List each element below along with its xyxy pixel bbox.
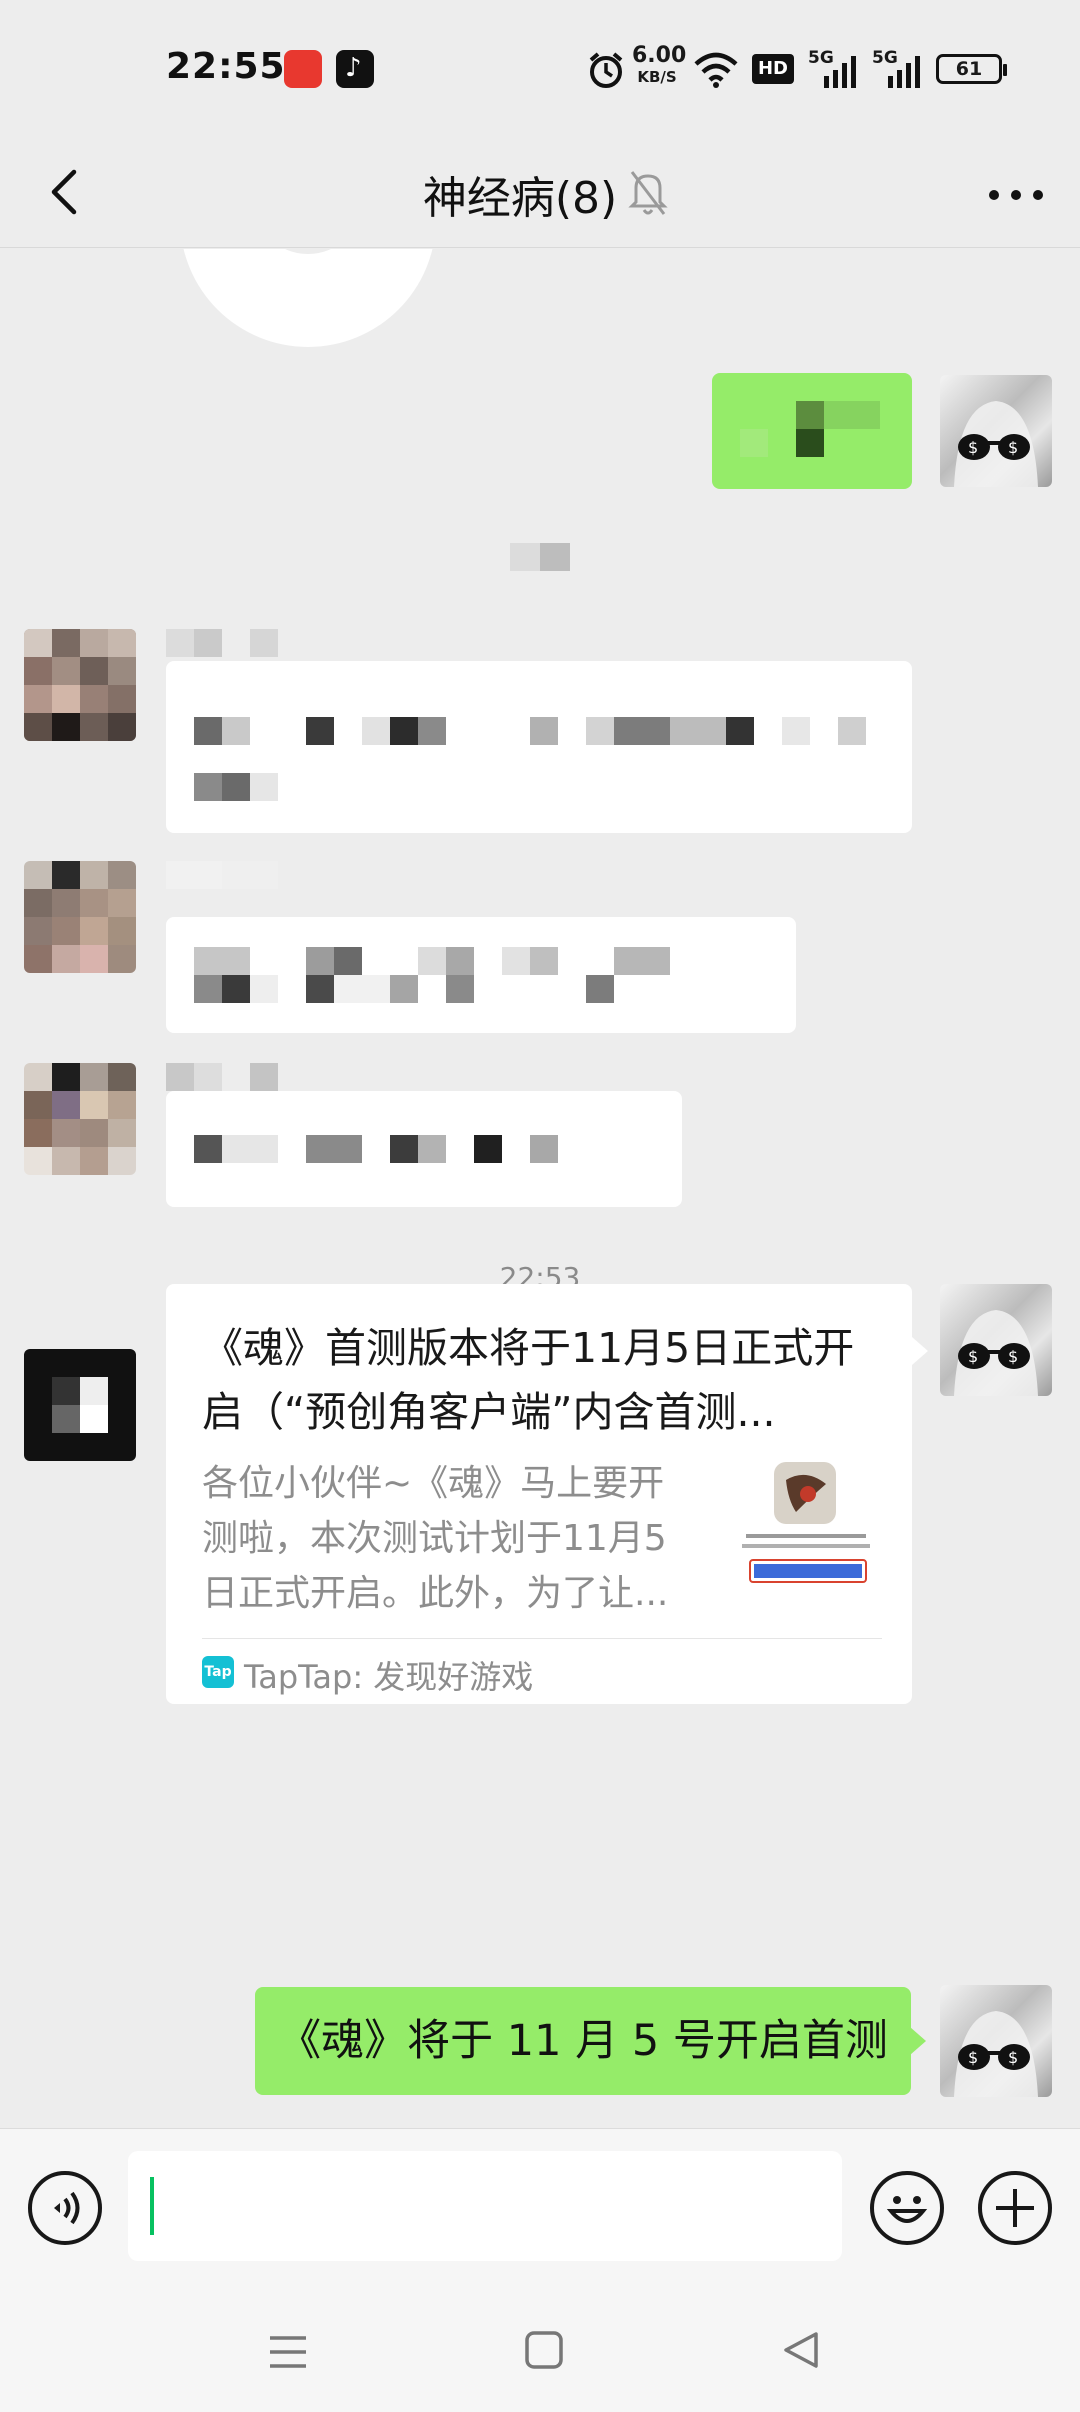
app-notification-icon xyxy=(284,50,322,88)
status-bar: 22:55 6.00 KB/S HD 5G 5G 61 xyxy=(0,0,1080,140)
member-name-redacted xyxy=(166,861,282,889)
pixelated-text xyxy=(194,1135,650,1163)
text-caret xyxy=(150,2177,154,2235)
svg-text:$: $ xyxy=(1008,438,1018,457)
member-avatar[interactable] xyxy=(24,861,136,973)
smiley-icon xyxy=(886,2196,928,2223)
image-thumbnail xyxy=(183,249,433,347)
tiktok-notification-icon xyxy=(336,50,374,88)
svg-text:$: $ xyxy=(1008,1347,1018,1366)
game-thumbnail-icon xyxy=(736,1460,876,1596)
link-card-title: 《魂》首测版本将于11月5日正式开启（“预创角客户端”内含首测... xyxy=(202,1324,855,1436)
hd-badge: HD xyxy=(752,54,794,84)
system-navigation-bar xyxy=(0,2288,1080,2412)
chat-header: 神经病(8) xyxy=(0,140,1080,248)
self-avatar[interactable]: $ $ xyxy=(940,375,1052,487)
link-card-source: TapTap: 发现好游戏 xyxy=(244,1658,534,1696)
ghost-sunglasses-icon: $ $ xyxy=(954,401,1038,487)
self-avatar[interactable]: $ $ xyxy=(940,1985,1052,2097)
chat-area[interactable]: $ $ 22:53 《魂》首测版本将于11月5日正式开启（“预创角客户端”内含首… xyxy=(0,249,1080,2127)
member-name-redacted xyxy=(166,1063,282,1091)
pixelated-avatar xyxy=(24,861,136,973)
member-avatar[interactable] xyxy=(24,1349,136,1461)
pixelated-text xyxy=(194,773,278,801)
pixelated-content xyxy=(824,401,880,429)
svg-text:$: $ xyxy=(968,1347,978,1366)
emoji-button[interactable] xyxy=(870,2171,944,2245)
ghost-sunglasses-icon: $ $ xyxy=(954,2011,1038,2097)
more-options-icon[interactable] xyxy=(986,180,1046,210)
svg-text:$: $ xyxy=(1008,2048,1018,2067)
ghost-sunglasses-icon: $ $ xyxy=(954,1310,1038,1396)
status-time: 22:55 xyxy=(166,46,286,87)
home-icon[interactable] xyxy=(524,2330,564,2370)
net-speed: 6.00 KB/S xyxy=(632,43,687,87)
plus-icon xyxy=(996,2189,1034,2227)
message-text-input[interactable] xyxy=(128,2151,842,2261)
redacted-system-text xyxy=(510,543,570,571)
battery-indicator: 61 xyxy=(936,54,1007,84)
bubble-tail xyxy=(912,1337,928,1365)
voice-input-button[interactable] xyxy=(28,2171,102,2245)
pixelated-text xyxy=(194,975,614,1003)
alarm-icon xyxy=(589,52,623,88)
member-avatar[interactable] xyxy=(24,1063,136,1175)
recent-apps-icon[interactable] xyxy=(268,2332,308,2372)
link-card-thumbnail xyxy=(736,1460,876,1596)
pixelated-text xyxy=(194,717,884,745)
message-bubble-redacted[interactable] xyxy=(166,1091,682,1207)
message-input-bar xyxy=(0,2128,1080,2288)
member-avatar[interactable] xyxy=(24,629,136,741)
pixelated-content xyxy=(796,401,824,429)
self-avatar[interactable]: $ $ xyxy=(940,1284,1052,1396)
pixelated-text xyxy=(194,947,742,975)
svg-text:$: $ xyxy=(968,2048,978,2067)
self-message-bubble-redacted[interactable] xyxy=(712,373,912,489)
taptap-icon: Tap xyxy=(202,1656,234,1688)
link-card-description: 各位小伙伴~《魂》马上要开测啦，本次测试计划于11月5日正式开启。此外，为了让.… xyxy=(202,1463,669,1614)
pixelated-content xyxy=(796,429,824,457)
svg-text:$: $ xyxy=(968,438,978,457)
pixelated-avatar xyxy=(24,629,136,741)
self-text-message[interactable]: 《魂》将于 11 月 5 号开启首测 xyxy=(255,1987,911,2095)
image-message-partial[interactable] xyxy=(180,249,436,347)
link-card-message[interactable]: 《魂》首测版本将于11月5日正式开启（“预创角客户端”内含首测... 各位小伙伴… xyxy=(166,1284,912,1704)
signal-2: 5G xyxy=(872,48,922,88)
bubble-tail xyxy=(910,2027,926,2055)
pixelated-avatar xyxy=(24,1063,136,1175)
message-bubble-redacted[interactable] xyxy=(166,661,912,833)
member-name-redacted xyxy=(166,629,282,657)
message-bubble-redacted[interactable] xyxy=(166,917,796,1033)
wifi-icon xyxy=(694,52,738,88)
signal-bars-icon xyxy=(888,56,920,88)
chat-title: 神经病(8) xyxy=(422,173,618,224)
link-card-divider xyxy=(202,1638,882,1639)
back-nav-icon[interactable] xyxy=(782,2330,822,2370)
signal-1: 5G xyxy=(808,48,858,88)
signal-bars-icon xyxy=(824,56,856,88)
muted-bell-icon xyxy=(628,171,668,215)
more-functions-button[interactable] xyxy=(978,2171,1052,2245)
voice-icon xyxy=(54,2191,80,2225)
pixelated-content xyxy=(740,429,768,457)
